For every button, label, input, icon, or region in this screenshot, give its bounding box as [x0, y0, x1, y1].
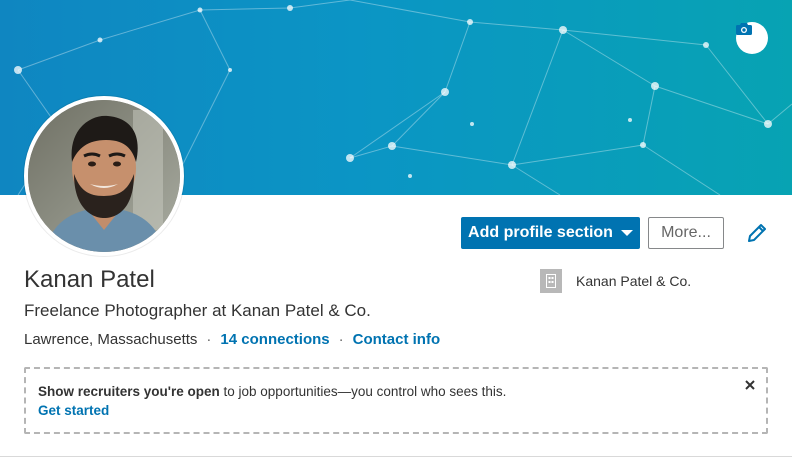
- profile-headline: Freelance Photographer at Kanan Patel & …: [24, 301, 371, 320]
- pencil-icon: [745, 221, 769, 250]
- contact-info-link[interactable]: Contact info: [353, 331, 441, 348]
- profile-photo[interactable]: [24, 96, 184, 256]
- profile-meta-row: Lawrence, Massachusetts · 14 connections…: [24, 331, 440, 348]
- connections-link[interactable]: 14 connections: [220, 331, 329, 348]
- close-icon: [742, 377, 758, 398]
- building-icon: [540, 269, 562, 293]
- profile-location: Lawrence, Massachusetts: [24, 331, 198, 348]
- notice-text: Show recruiters you're open to job oppor…: [38, 384, 506, 399]
- get-started-link[interactable]: Get started: [38, 403, 109, 418]
- caret-down-icon: [620, 230, 633, 236]
- notice-rest-text: to job opportunities—you control who see…: [219, 384, 507, 399]
- card-divider: [0, 456, 792, 457]
- notice-bold-text: Show recruiters you're open: [38, 384, 220, 399]
- camera-icon: [736, 23, 760, 45]
- separator: ·: [206, 331, 212, 348]
- avatar-illustration: [28, 100, 180, 252]
- add-profile-section-button[interactable]: Add profile section: [461, 217, 640, 249]
- company-name: Kanan Patel & Co.: [576, 273, 692, 289]
- edit-background-button[interactable]: [736, 22, 768, 54]
- separator: ·: [338, 331, 344, 348]
- current-company-link[interactable]: Kanan Patel & Co.: [540, 269, 691, 293]
- profile-name: Kanan Patel: [24, 266, 155, 293]
- close-notice-button[interactable]: [742, 377, 758, 393]
- edit-intro-button[interactable]: [745, 221, 769, 245]
- open-to-jobs-notice: Show recruiters you're open to job oppor…: [24, 367, 768, 434]
- more-button[interactable]: More...: [648, 217, 724, 249]
- profile-card: Add profile section More... Kanan Patel …: [0, 0, 792, 459]
- add-profile-section-label: Add profile section: [468, 224, 613, 241]
